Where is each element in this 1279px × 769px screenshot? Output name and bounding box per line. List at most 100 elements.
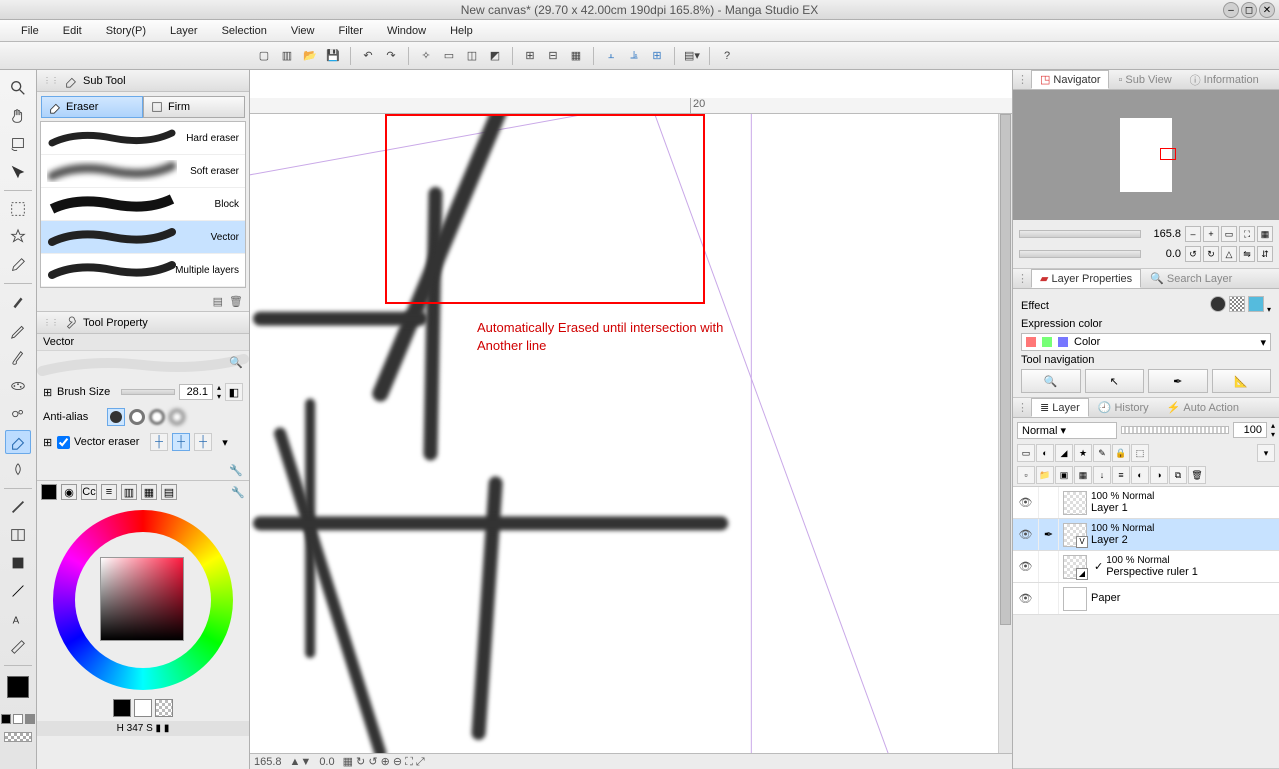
color-bars-icon[interactable]: ≡ (101, 484, 117, 500)
color-fg[interactable] (41, 484, 57, 500)
text-tool[interactable]: A (5, 607, 31, 631)
blend-tool[interactable] (5, 458, 31, 482)
tn-pen[interactable]: ✒ (1148, 369, 1208, 393)
subtool-group-eraser[interactable]: Eraser (41, 96, 143, 118)
tool-property-settings-icon[interactable]: 🔧 (229, 464, 243, 477)
menu-story[interactable]: Story(P) (95, 22, 157, 40)
zoom-slider[interactable] (1019, 230, 1141, 238)
fit-icon[interactable]: ▭ (1221, 226, 1237, 242)
menu-window[interactable]: Window (376, 22, 437, 40)
rotate-ccw-icon[interactable]: ↺ (1185, 246, 1201, 262)
brush-size-slider[interactable] (121, 389, 175, 395)
color-mix-icon[interactable]: ▥ (121, 484, 137, 500)
navigator-viewport[interactable] (1160, 148, 1176, 160)
delete-sel-icon[interactable]: ✧ (417, 47, 435, 65)
tab-layer[interactable]: ≣Layer (1031, 398, 1089, 417)
lt-new[interactable]: ▫ (1017, 466, 1035, 484)
lt-ref[interactable]: ★ (1074, 444, 1092, 462)
hand-tool[interactable] (5, 104, 31, 128)
flip-h-icon[interactable]: ⇋ (1239, 246, 1255, 262)
canvas[interactable]: Automatically Erased until intersection … (250, 114, 1012, 753)
black-chip[interactable] (1, 714, 11, 724)
help-icon[interactable]: ? (718, 47, 736, 65)
border-icon[interactable]: ▦ (567, 47, 585, 65)
pattern-chip[interactable] (4, 732, 32, 742)
invert-sel-icon[interactable]: ◩ (486, 47, 504, 65)
wand-tool[interactable] (5, 225, 31, 249)
move-tool[interactable] (5, 160, 31, 184)
scrollbar-vertical[interactable] (998, 114, 1012, 753)
open-icon[interactable]: 📂 (301, 47, 319, 65)
color-approx-icon[interactable]: ▦ (141, 484, 157, 500)
tab-history[interactable]: 🕘History (1089, 398, 1158, 417)
actual-icon[interactable]: ▦ (1257, 226, 1273, 242)
tn-ruler[interactable]: 📐 (1212, 369, 1272, 393)
menu-filter[interactable]: Filter (328, 22, 374, 40)
swatch-none[interactable] (155, 699, 173, 717)
lt-newfold[interactable]: 📁 (1036, 466, 1054, 484)
subtool-soft-eraser[interactable]: Soft eraser (41, 155, 245, 188)
lt-newframe[interactable]: ▦ (1074, 466, 1092, 484)
opacity-value[interactable]: 100 (1233, 422, 1267, 438)
lt-draft[interactable]: ✎ (1093, 444, 1111, 462)
layer-row[interactable]: 👁 Paper (1013, 583, 1279, 615)
menu-layer[interactable]: Layer (159, 22, 209, 40)
color-settings-icon[interactable]: 🔧 (231, 486, 245, 499)
tab-auto-action[interactable]: ⚡Auto Action (1158, 398, 1248, 417)
deselect-icon[interactable]: ▭ (440, 47, 458, 65)
tn-zoom[interactable]: 🔍 (1021, 369, 1081, 393)
lt-lock[interactable]: 🔒 (1112, 444, 1130, 462)
effect-tone-icon[interactable] (1229, 296, 1245, 312)
vector-eraser-checkbox[interactable] (57, 436, 70, 449)
aa-weak[interactable] (129, 409, 145, 425)
visibility-icon[interactable]: 👁 (1013, 551, 1039, 582)
swatch-black[interactable] (113, 699, 131, 717)
aa-none[interactable] (107, 408, 125, 426)
navigator-thumbnail[interactable] (1120, 118, 1172, 192)
ve-mode-2[interactable]: ┼ (172, 433, 190, 451)
tab-navigator[interactable]: ◳Navigator (1031, 70, 1109, 89)
lt-clip[interactable]: ▭ (1017, 444, 1035, 462)
sv-square[interactable] (100, 557, 184, 641)
ve-mode-1[interactable]: ┼ (150, 433, 168, 451)
brush-size-value[interactable]: 28.1 (179, 384, 213, 400)
visibility-icon[interactable]: 👁 (1013, 583, 1039, 614)
frame-tool[interactable] (5, 523, 31, 547)
fullscreen-icon[interactable]: ⛶ (1239, 226, 1255, 242)
visibility-icon[interactable]: 👁 (1013, 519, 1039, 550)
brush-size-dynamics-icon[interactable]: ◧ (225, 383, 243, 401)
layer-row[interactable]: 👁 ◢ ✓ 100 % NormalPerspective ruler 1 (1013, 551, 1279, 583)
color-wheel-icon[interactable]: ◉ (61, 484, 77, 500)
decoration-tool[interactable] (5, 402, 31, 426)
aa-mid[interactable] (149, 409, 165, 425)
tp-preview-zoom-icon[interactable]: 🔍 (229, 356, 243, 369)
lt-newvec[interactable]: ▣ (1055, 466, 1073, 484)
save-icon[interactable]: 💾 (324, 47, 342, 65)
subtool-vector[interactable]: Vector (41, 221, 245, 254)
lt-applymask[interactable]: ◑ (1150, 466, 1168, 484)
expand-icon[interactable]: ⊞ (521, 47, 539, 65)
zoom-tool[interactable] (5, 76, 31, 100)
lt-dup[interactable]: ⧉ (1169, 466, 1187, 484)
redo-icon[interactable]: ↷ (382, 47, 400, 65)
undo-icon[interactable]: ↶ (359, 47, 377, 65)
visibility-icon[interactable]: 👁 (1013, 487, 1039, 518)
color-inter-icon[interactable]: ▤ (161, 484, 177, 500)
line-tool[interactable] (5, 579, 31, 603)
layer-row[interactable]: 👁 100 % NormalLayer 1 (1013, 487, 1279, 519)
snap-grid-icon[interactable]: ⊞ (648, 47, 666, 65)
aa-strong[interactable] (169, 409, 185, 425)
layer-row[interactable]: 👁 ✒ V 100 % NormalLayer 2 (1013, 519, 1279, 551)
maximize-button[interactable]: ◻ (1241, 2, 1257, 18)
eyedropper-tool[interactable] (5, 253, 31, 277)
expression-color-dropdown[interactable]: Color ▾ (1021, 333, 1271, 351)
snap-ruler-icon[interactable]: ⫠ (602, 47, 620, 65)
subtool-block[interactable]: Block (41, 188, 245, 221)
subtool-group-firm[interactable]: Firm (143, 96, 245, 118)
menu-edit[interactable]: Edit (52, 22, 93, 40)
pen-tool[interactable] (5, 290, 31, 314)
swatch-white[interactable] (134, 699, 152, 717)
shrink-icon[interactable]: ⊟ (544, 47, 562, 65)
menu-help[interactable]: Help (439, 22, 484, 40)
rotate-tool[interactable] (5, 132, 31, 156)
